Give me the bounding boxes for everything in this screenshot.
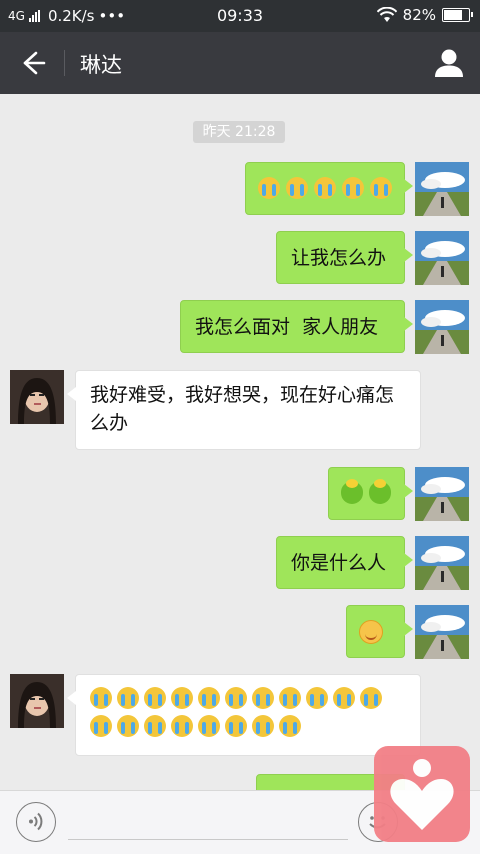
arrow-left-icon [23, 51, 46, 75]
battery-fill [444, 10, 462, 20]
back-button[interactable] [14, 46, 50, 80]
crying-emoji-icon [90, 715, 112, 737]
message-list[interactable]: 昨天 21:28 让我怎么办 我怎么面对 家人朋友 我好难受，我好想哭，现在好心… [0, 94, 480, 790]
voice-icon [29, 812, 43, 831]
contact-avatar[interactable] [10, 370, 64, 424]
crying-emoji-icon [370, 177, 392, 199]
my-avatar[interactable] [415, 467, 469, 521]
voice-button[interactable] [16, 802, 56, 842]
avatar-road-image [415, 605, 469, 659]
crying-emoji-icon [279, 687, 301, 709]
crying-emoji-icon [342, 177, 364, 199]
crying-emoji-icon [314, 177, 336, 199]
crying-emoji-icon [198, 715, 220, 737]
status-right: 82% [376, 6, 473, 24]
avatar-road-image [415, 162, 469, 216]
avatar-woman-image [10, 674, 64, 728]
message-bubble-text[interactable]: 你是什么人 [276, 536, 413, 589]
avatar-woman-image [10, 370, 64, 424]
avatar-road-image [415, 536, 469, 590]
bean-emoji-icon [369, 479, 391, 504]
emoji-row [90, 687, 406, 709]
my-avatar[interactable] [415, 300, 469, 354]
crying-emoji-icon [252, 687, 274, 709]
message-input[interactable] [68, 839, 348, 840]
message-bubble-text[interactable]: 我怎么面对 家人朋友 [180, 300, 413, 353]
crying-emoji-icon [286, 177, 308, 199]
person-icon [435, 49, 463, 77]
my-avatar[interactable] [415, 536, 469, 590]
floating-app-button[interactable] [374, 746, 470, 842]
crying-emoji-icon [258, 177, 280, 199]
crying-emoji-icon [144, 715, 166, 737]
message-timestamp: 昨天 21:28 [193, 121, 285, 143]
avatar-road-image [415, 467, 469, 521]
crying-emoji-icon [306, 687, 328, 709]
emoji-row [341, 479, 392, 504]
emoji-row [258, 177, 392, 199]
battery-percent: 82% [402, 6, 436, 24]
bean-emoji-icon [341, 479, 363, 504]
crying-emoji-icon [144, 687, 166, 709]
crying-emoji-icon [198, 687, 220, 709]
battery-icon [442, 8, 473, 22]
my-avatar[interactable] [415, 231, 469, 285]
wifi-icon [376, 7, 397, 22]
crying-emoji-icon [90, 687, 112, 709]
message-bubble-emoji[interactable] [67, 674, 421, 756]
contact-avatar[interactable] [10, 674, 64, 728]
profile-button[interactable] [432, 46, 466, 80]
emoji-row [90, 715, 406, 737]
crying-emoji-icon [171, 687, 193, 709]
chat-title: 琳达 [80, 53, 122, 77]
message-bubble-text[interactable]: 我好难受，我好想哭，现在好心痛怎么办 [67, 370, 421, 450]
my-avatar[interactable] [415, 605, 469, 659]
avatar-road-image [415, 231, 469, 285]
my-avatar[interactable] [415, 162, 469, 216]
crying-emoji-icon [225, 715, 247, 737]
header-divider [64, 50, 65, 76]
heart-person-icon [390, 759, 454, 830]
message-bubble-emoji[interactable] [245, 162, 413, 215]
avatar-road-image [415, 300, 469, 354]
crying-emoji-icon [252, 715, 274, 737]
crying-emoji-icon [117, 687, 139, 709]
crying-emoji-icon [360, 687, 382, 709]
status-bar: 4G 0.2K/s ••• 09:33 82% [0, 0, 480, 32]
crying-emoji-icon [171, 715, 193, 737]
crying-emoji-icon [279, 715, 301, 737]
message-bubble-emoji[interactable] [346, 605, 413, 658]
message-bubble-text[interactable]: 让我怎么办 [276, 231, 413, 284]
chat-header: 琳达 [0, 32, 480, 94]
message-bubble-emoji[interactable] [328, 467, 413, 520]
smile-emoji-icon [359, 620, 383, 644]
crying-emoji-icon [333, 687, 355, 709]
crying-emoji-icon [117, 715, 139, 737]
crying-emoji-icon [225, 687, 247, 709]
